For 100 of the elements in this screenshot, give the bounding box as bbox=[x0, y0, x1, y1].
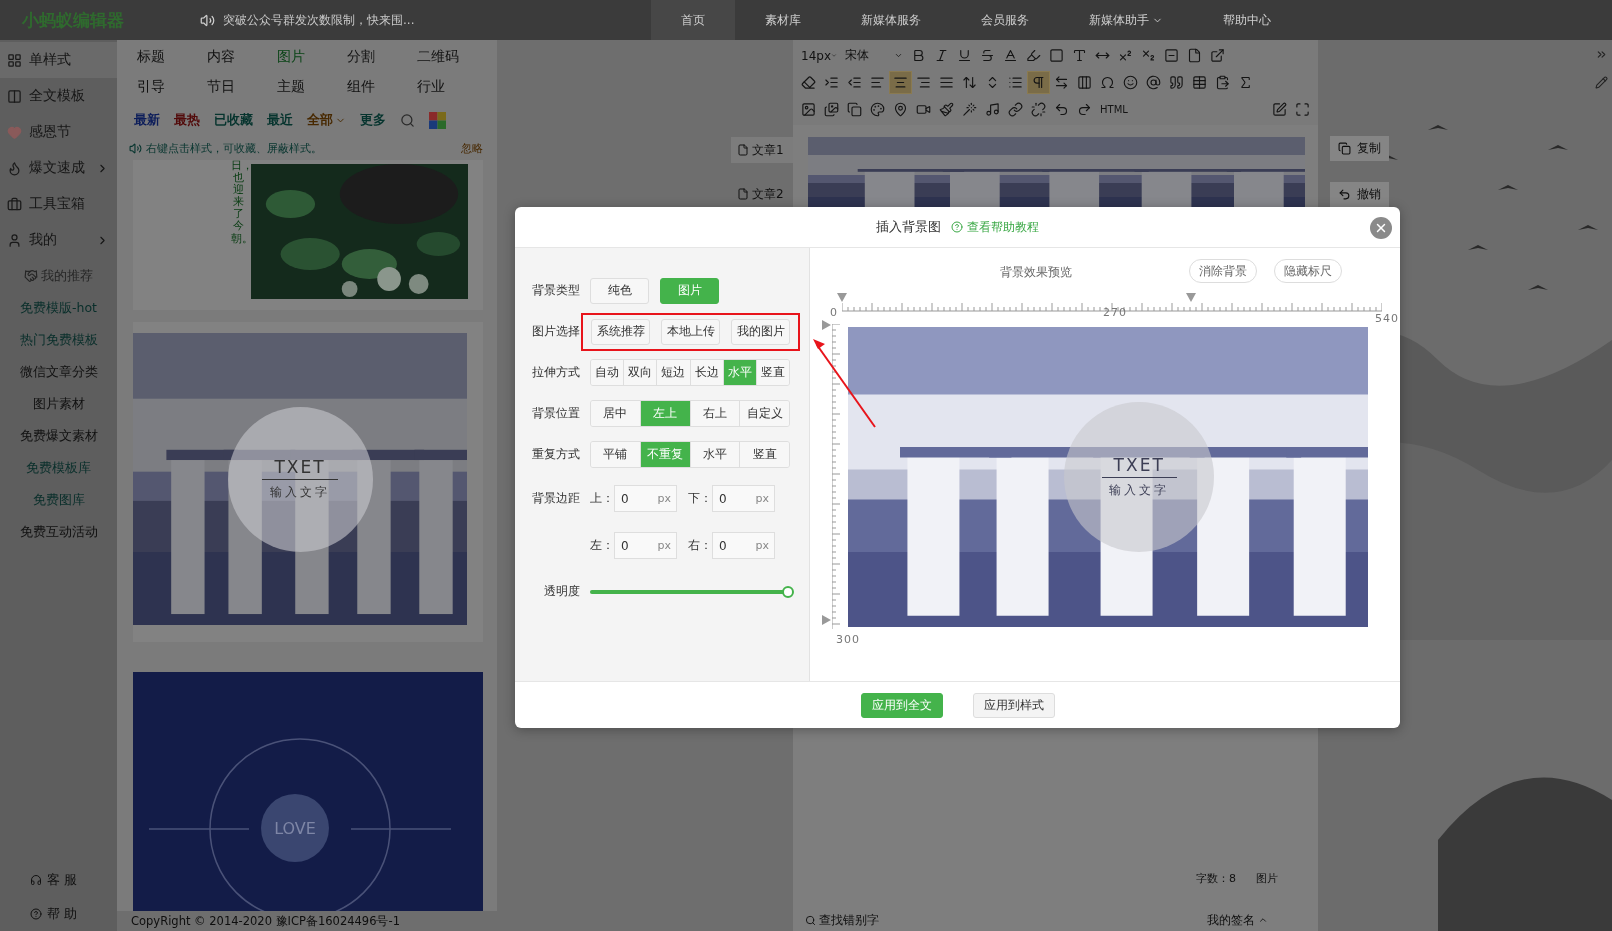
filter-tab[interactable]: 最热 bbox=[174, 112, 200, 129]
segment-option[interactable]: 竖直 bbox=[739, 442, 789, 467]
sidebar-label: 单样式 bbox=[29, 51, 72, 69]
help-icon bbox=[951, 221, 963, 233]
ruler-marker-icon[interactable] bbox=[1186, 293, 1196, 303]
sidebar-item[interactable]: 爆文速成 bbox=[0, 150, 117, 186]
ruler-marker-icon[interactable] bbox=[822, 615, 832, 625]
font-size-dropdown[interactable]: 14px bbox=[797, 48, 841, 63]
category-tab[interactable]: 节日 bbox=[207, 78, 277, 98]
margin-field[interactable]: 0 px bbox=[614, 485, 677, 512]
category-tab[interactable]: 内容 bbox=[207, 48, 277, 68]
sidebar-link[interactable]: 免费模板库 bbox=[0, 452, 117, 484]
color-picker-icon[interactable] bbox=[429, 112, 446, 129]
margin-field[interactable]: 0 px bbox=[712, 485, 775, 512]
sidebar-link[interactable]: 热门免费模板 bbox=[0, 324, 117, 356]
sidebar-item[interactable]: 我的 bbox=[0, 222, 117, 258]
signature-menu[interactable]: 我的签名 bbox=[1207, 912, 1268, 928]
document-tab[interactable]: 文章1 bbox=[731, 137, 793, 163]
help-link[interactable]: 查看帮助教程 bbox=[951, 218, 1039, 236]
category-tab[interactable]: 二维码 bbox=[417, 48, 487, 68]
segment-option[interactable]: 自定义 bbox=[739, 401, 789, 426]
align-right-icon bbox=[916, 75, 931, 90]
document-tab[interactable]: 文章2 bbox=[731, 181, 793, 207]
sidebar-link[interactable]: 免费模版-hot bbox=[0, 292, 117, 324]
field-label: 背景位置 bbox=[531, 405, 581, 422]
sidebar-link[interactable]: 微信文章分类 bbox=[0, 356, 117, 388]
category-tab[interactable]: 组件 bbox=[347, 78, 417, 98]
nav-item[interactable]: 素材库 bbox=[735, 0, 831, 40]
category-tab[interactable]: 分割 bbox=[347, 48, 417, 68]
sidebar-footer-link[interactable]: 帮 助 bbox=[0, 897, 117, 931]
margin-field[interactable]: 0 px bbox=[712, 532, 775, 559]
filter-tab[interactable]: 全部 bbox=[307, 112, 346, 129]
word-count: 字数：8 bbox=[1196, 871, 1236, 886]
segment-option[interactable]: 左上 bbox=[639, 401, 690, 426]
source-button[interactable]: 本地上传 bbox=[661, 318, 720, 345]
category-tab[interactable]: 图片 bbox=[277, 48, 347, 68]
subscript-icon bbox=[1141, 48, 1156, 63]
nav-item[interactable]: 新媒体助手 bbox=[1059, 0, 1193, 40]
align-center-button[interactable] bbox=[889, 71, 912, 94]
sidebar-item[interactable]: 工具宝箱 bbox=[0, 186, 117, 222]
sidebar-link[interactable]: 免费互动活动 bbox=[0, 516, 117, 548]
category-tab[interactable]: 行业 bbox=[417, 78, 487, 98]
nav-item[interactable]: 会员服务 bbox=[951, 0, 1059, 40]
filter-tab[interactable]: 最新 bbox=[134, 112, 160, 129]
sidebar-item[interactable]: 感恩节 bbox=[0, 114, 117, 150]
table-icon bbox=[1192, 75, 1207, 90]
search-icon[interactable] bbox=[400, 113, 415, 128]
slider-thumb[interactable] bbox=[782, 585, 794, 598]
field-label: 拉伸方式 bbox=[531, 364, 581, 381]
font-family-dropdown[interactable]: 宋体 bbox=[841, 47, 907, 64]
margin-label: 左： bbox=[590, 537, 614, 554]
ruler-label: 270 bbox=[1103, 306, 1127, 319]
italic-icon bbox=[934, 48, 949, 63]
nav-item[interactable]: 新媒体服务 bbox=[831, 0, 951, 40]
ruler-marker-icon[interactable] bbox=[837, 293, 847, 303]
ruler-marker-icon[interactable] bbox=[822, 320, 832, 330]
sidebar-item[interactable]: 单样式 bbox=[0, 42, 117, 78]
grid-icon bbox=[7, 52, 22, 68]
filter-tab[interactable]: 最近 bbox=[267, 112, 293, 129]
type-option[interactable]: 图片 bbox=[660, 277, 719, 304]
dismiss-link[interactable]: 忽略 bbox=[461, 141, 483, 156]
segment-option[interactable]: 水平 bbox=[722, 360, 756, 385]
category-tab[interactable]: 主题 bbox=[277, 78, 347, 98]
style-card[interactable]: LOVE bbox=[133, 672, 483, 911]
palette-icon bbox=[870, 102, 885, 117]
copyright-text: CopyRight © 2014-2020 豫ICP备16024496号-1 bbox=[117, 911, 497, 931]
sidebar-link[interactable]: 图片素材 bbox=[0, 388, 117, 420]
category-tab[interactable]: 标题 bbox=[137, 48, 207, 68]
apply-button[interactable]: 应用到样式 bbox=[972, 692, 1055, 718]
filter-tab[interactable]: 已收藏 bbox=[214, 112, 253, 129]
text-style-icon bbox=[1072, 48, 1087, 63]
sidebar-link[interactable]: 免费爆文素材 bbox=[0, 420, 117, 452]
margin-field[interactable]: 0 px bbox=[614, 532, 677, 559]
source-button[interactable]: 我的图片 bbox=[731, 318, 790, 345]
style-card[interactable]: 日，也迎来了今朝。 bbox=[133, 160, 483, 310]
sidebar-item[interactable]: 全文模板 bbox=[0, 78, 117, 114]
style-card[interactable]: TXET 输入文字 bbox=[133, 322, 483, 642]
sidebar-link[interactable]: 免费图库 bbox=[0, 484, 117, 516]
source-button[interactable]: 系统推荐 bbox=[591, 318, 650, 345]
nav-item[interactable]: 帮助中心 bbox=[1193, 0, 1301, 40]
pilcrow-button[interactable] bbox=[1027, 71, 1050, 94]
notice-text[interactable]: 突破公众号群发次数限制，快来围... bbox=[223, 11, 623, 29]
nav-item[interactable]: 首页 bbox=[651, 0, 735, 40]
sidebar-label: 我的 bbox=[29, 231, 58, 249]
sidebar-footer-link[interactable]: 客 服 bbox=[0, 863, 117, 897]
apply-button[interactable]: 应用到全文 bbox=[860, 692, 943, 718]
type-option[interactable]: 纯色 bbox=[590, 277, 649, 304]
field-label: 透明度 bbox=[543, 583, 581, 600]
map-pin-icon bbox=[893, 102, 908, 117]
paste-icon bbox=[1215, 75, 1230, 90]
opacity-slider[interactable] bbox=[590, 584, 795, 599]
filter-tab[interactable]: 更多 bbox=[360, 112, 386, 129]
speaker-icon bbox=[129, 142, 142, 155]
align-center-icon bbox=[893, 75, 908, 90]
html-button[interactable]: HTML bbox=[1096, 98, 1132, 121]
frame-icon bbox=[847, 102, 862, 117]
category-tab[interactable]: 引导 bbox=[137, 78, 207, 98]
spellcheck-link[interactable]: 查找错别字 bbox=[805, 912, 879, 928]
segment-option[interactable]: 竖直 bbox=[755, 360, 789, 385]
segment-option[interactable]: 不重复 bbox=[639, 442, 690, 467]
